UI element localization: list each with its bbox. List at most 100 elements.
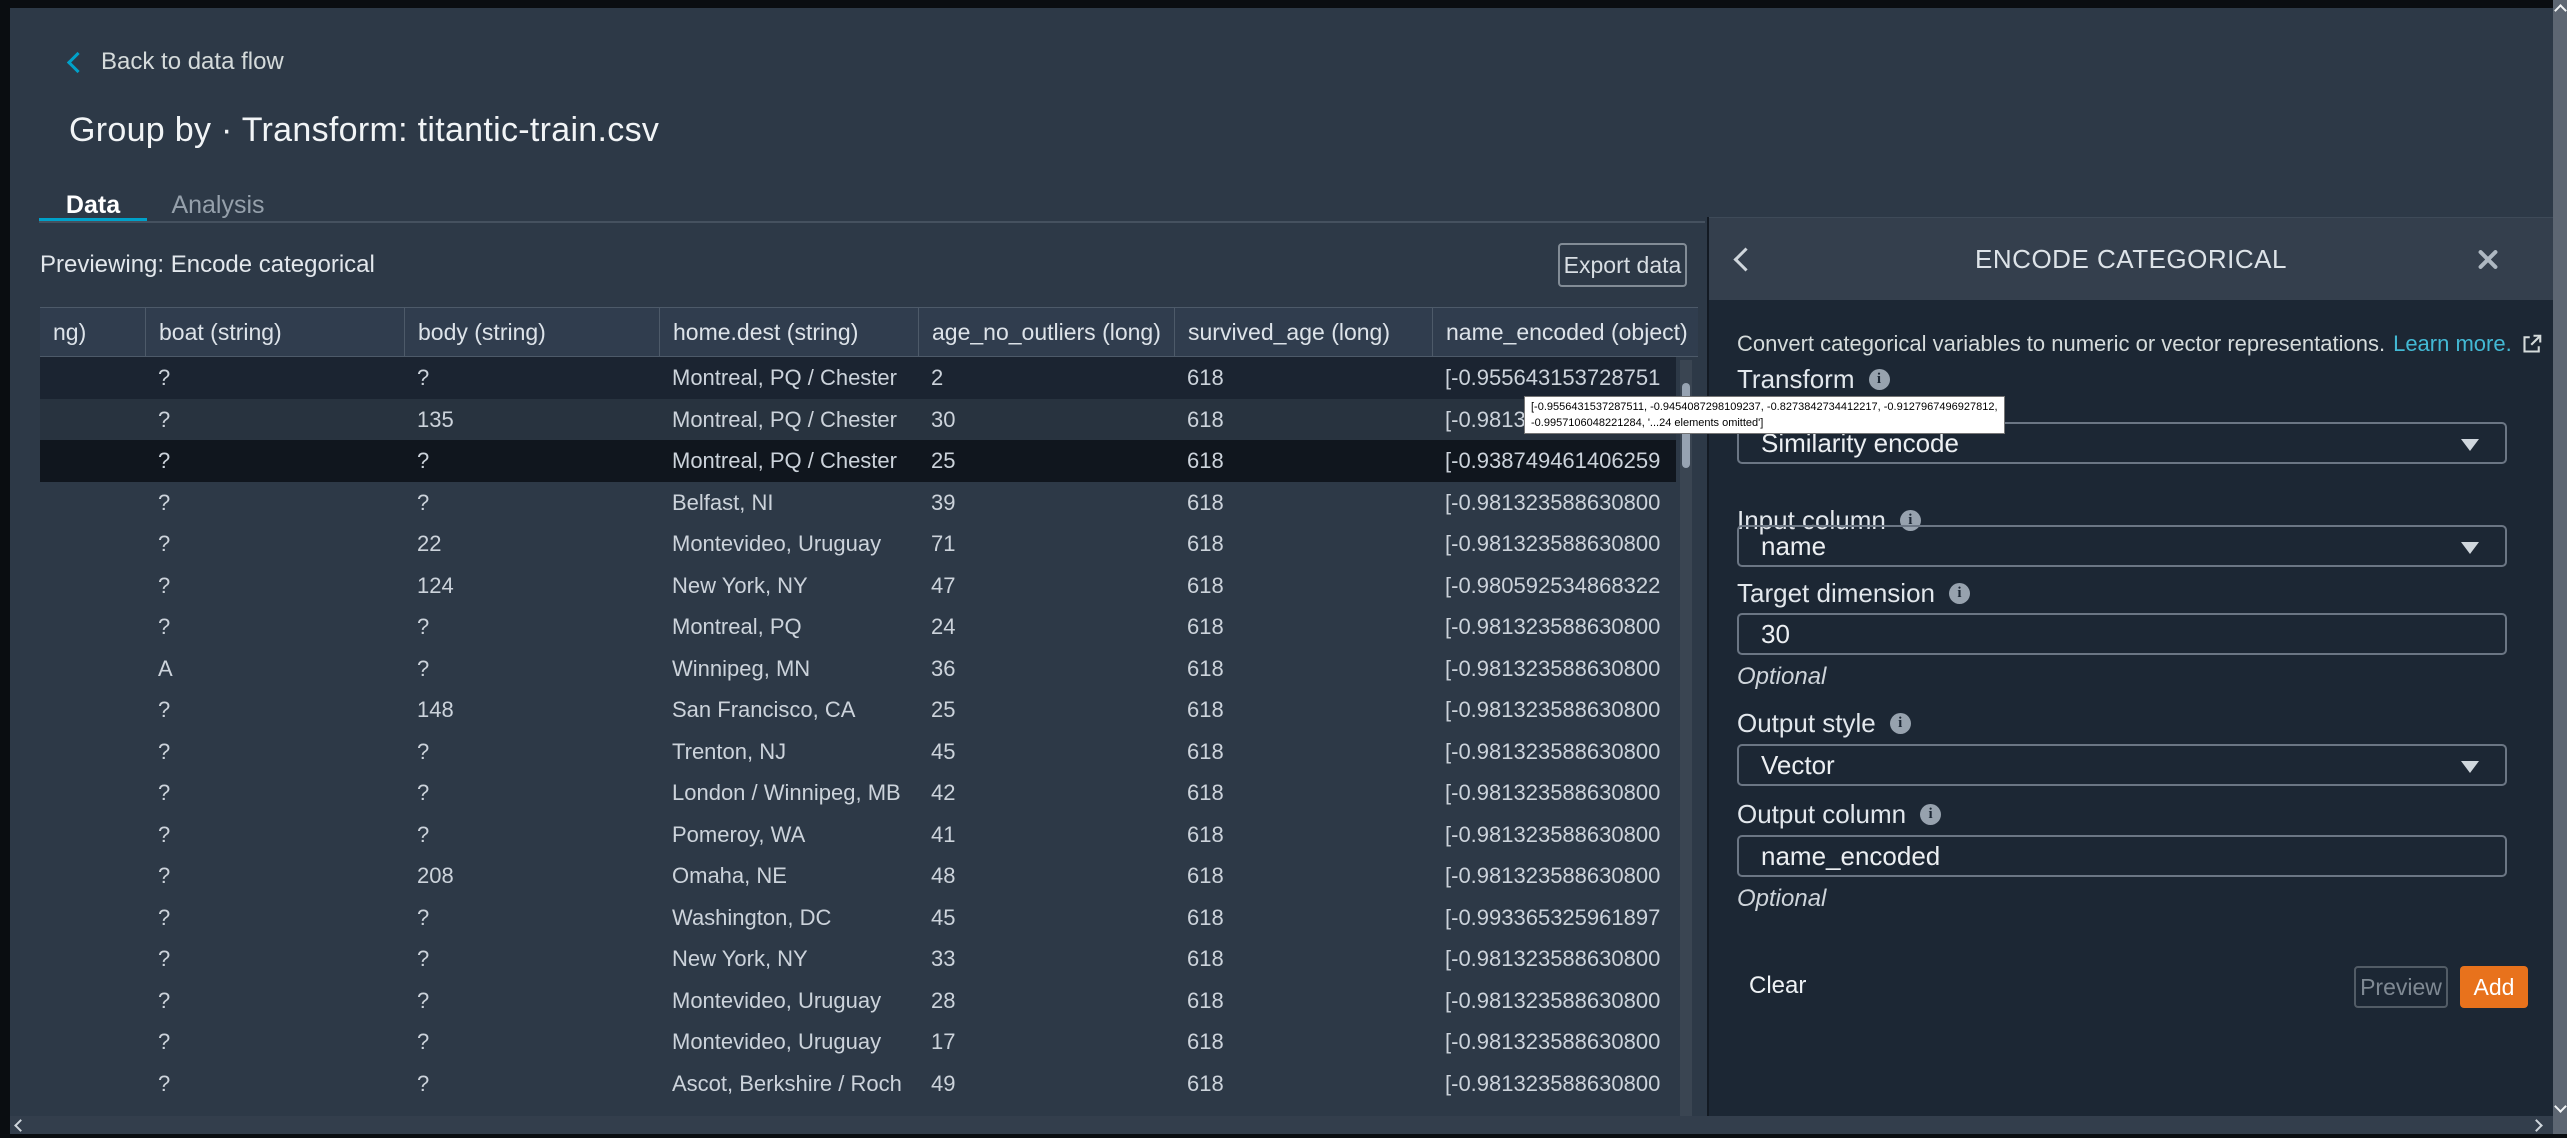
table-row[interactable]: ?208Omaha, NE48618[-0.981323588630800 [40,855,1676,897]
column-header[interactable]: age_no_outliers (long) [918,308,1174,356]
table-cell: Montreal, PQ / Chester [659,399,918,441]
table-row[interactable]: ?135Montreal, PQ / Chester30618[-0.98132… [40,399,1676,441]
export-data-button[interactable]: Export data [1558,243,1687,287]
table-cell: ? [145,399,404,441]
table-row[interactable]: ??Belfast, NI39618[-0.981323588630800 [40,482,1676,524]
table-row[interactable]: ?148San Francisco, CA25618[-0.9813235886… [40,689,1676,731]
table-cell: 30 [918,399,1174,441]
table-cell: ? [145,938,404,980]
table-cell [40,897,145,939]
chevron-down-icon [2461,542,2479,554]
column-header[interactable]: survived_age (long) [1174,308,1432,356]
table-row[interactable]: ??London / Winnipeg, MB42618[-0.98132358… [40,772,1676,814]
table-row[interactable]: ??Montreal, PQ24618[-0.981323588630800 [40,606,1676,648]
table-row[interactable]: ??Montevideo, Uruguay28618[-0.9813235886… [40,980,1676,1022]
table-cell: 33 [918,938,1174,980]
table-row[interactable]: ??Washington, DC45618[-0.993365325961897 [40,897,1676,939]
scroll-down-icon[interactable] [2554,1100,2567,1113]
output-column-input[interactable]: name_encoded [1737,835,2507,877]
encode-categorical-panel: ENCODE CATEGORICAL Convert categorical v… [1707,217,2553,1116]
table-row[interactable]: ??Ascot, Berkshire / Roch49618[-0.981323… [40,1063,1676,1105]
table-cell: [-0.981323588630800 [1432,772,1676,814]
scroll-up-icon[interactable] [2554,4,2567,17]
table-cell [40,399,145,441]
tab-data[interactable]: Data [39,188,147,222]
table-cell: 48 [918,855,1174,897]
table-row[interactable]: ??Trenton, NJ45618[-0.981323588630800 [40,731,1676,773]
table-cell [40,565,145,607]
add-button[interactable]: Add [2460,966,2528,1008]
table-cell: Washington, DC [659,897,918,939]
table-cell: ? [145,1021,404,1063]
table-cell: 618 [1174,606,1432,648]
table-cell: Ascot, Berkshire / Roch [659,1063,918,1105]
column-header[interactable]: home.dest (string) [659,308,918,356]
chevron-down-icon [2461,761,2479,773]
table-cell: ? [404,1063,659,1105]
table-row[interactable]: ??Montreal, PQ / Chester25618[-0.9387494… [40,440,1676,482]
table-row[interactable]: ?22Montevideo, Uruguay71618[-0.981323588… [40,523,1676,565]
column-header[interactable]: ng) [40,308,145,356]
table-cell [40,648,145,690]
table-cell: [-0.955643153728751 [1432,357,1676,399]
page-title: Group by · Transform: titantic-train.csv [69,111,659,150]
table-cell: [-0.981323588630800 [1432,731,1676,773]
table-cell [40,1104,145,1116]
table-vertical-scrollbar-track[interactable] [1680,360,1692,1116]
tab-analysis[interactable]: Analysis [160,188,276,222]
table-row[interactable]: ??New York, NY33618[-0.981323588630800 [40,938,1676,980]
horizontal-scrollbar[interactable] [10,1116,2553,1134]
preview-button[interactable]: Preview [2354,966,2448,1008]
table-row[interactable]: ??Montreal, PQ / Chester2618[-0.95564315… [40,357,1676,399]
table-cell: [-0.981323588630800 [1432,648,1676,690]
table-row[interactable]: A?Winnipeg, MN36618[-0.981323588630800 [40,648,1676,690]
panel-header: ENCODE CATEGORICAL [1709,217,2553,300]
table-cell: Little Onn Hall, Staffs [659,1104,918,1116]
table-cell: ? [145,689,404,731]
column-header[interactable]: name_encoded (object) [1432,308,1676,356]
close-icon[interactable] [2473,245,2501,273]
table-row[interactable]: ??Pomeroy, WA41618[-0.981323588630800 [40,814,1676,856]
table-cell: Montreal, PQ [659,606,918,648]
table-cell: A [145,648,404,690]
table-cell: ? [404,1021,659,1063]
back-chevron-icon [67,51,88,72]
info-icon[interactable] [1869,369,1890,390]
table-cell: 124 [404,565,659,607]
table-cell [40,689,145,731]
learn-more-link[interactable]: Learn more. [2393,329,2512,359]
column-header[interactable]: body (string) [404,308,659,356]
table-cell: [-0.993365325961897 [1432,897,1676,939]
table-cell: 2 [918,357,1174,399]
table-cell: 49 [918,1063,1174,1105]
scroll-left-icon[interactable] [14,1119,27,1132]
table-cell: ? [404,938,659,980]
table-cell: 618 [1174,648,1432,690]
table-cell: 135 [404,399,659,441]
table-cell [40,731,145,773]
back-to-data-flow-link[interactable]: Back to data flow [70,48,284,76]
output-style-select[interactable]: Vector [1737,744,2507,786]
info-icon[interactable] [1890,713,1911,734]
optional-label: Optional [1737,663,1826,691]
scroll-right-icon[interactable] [2530,1119,2543,1132]
info-icon[interactable] [1949,583,1970,604]
table-cell: 618 [1174,565,1432,607]
table-cell: 618 [1174,1063,1432,1105]
input-column-select[interactable]: name [1737,525,2507,567]
page-vertical-scrollbar[interactable] [2553,0,2567,1138]
frame-edge [0,1134,2567,1138]
table-row[interactable]: ?124New York, NY47618[-0.980592534868322 [40,565,1676,607]
table-cell [40,440,145,482]
table-row[interactable]: ??Montevideo, Uruguay17618[-0.9813235886… [40,1021,1676,1063]
table-cell: ? [404,897,659,939]
table-cell: 36 [918,1104,1174,1116]
table-cell: 618 [1174,731,1432,773]
table-cell: ? [404,648,659,690]
table-cell: 618 [1174,855,1432,897]
column-header[interactable]: boat (string) [145,308,404,356]
target-dimension-input[interactable]: 30 [1737,613,2507,655]
clear-button[interactable]: Clear [1749,972,1806,1000]
info-icon[interactable] [1920,804,1941,825]
table-row[interactable]: ?172Little Onn Hall, Staffs36618[-0.9933… [40,1104,1676,1116]
